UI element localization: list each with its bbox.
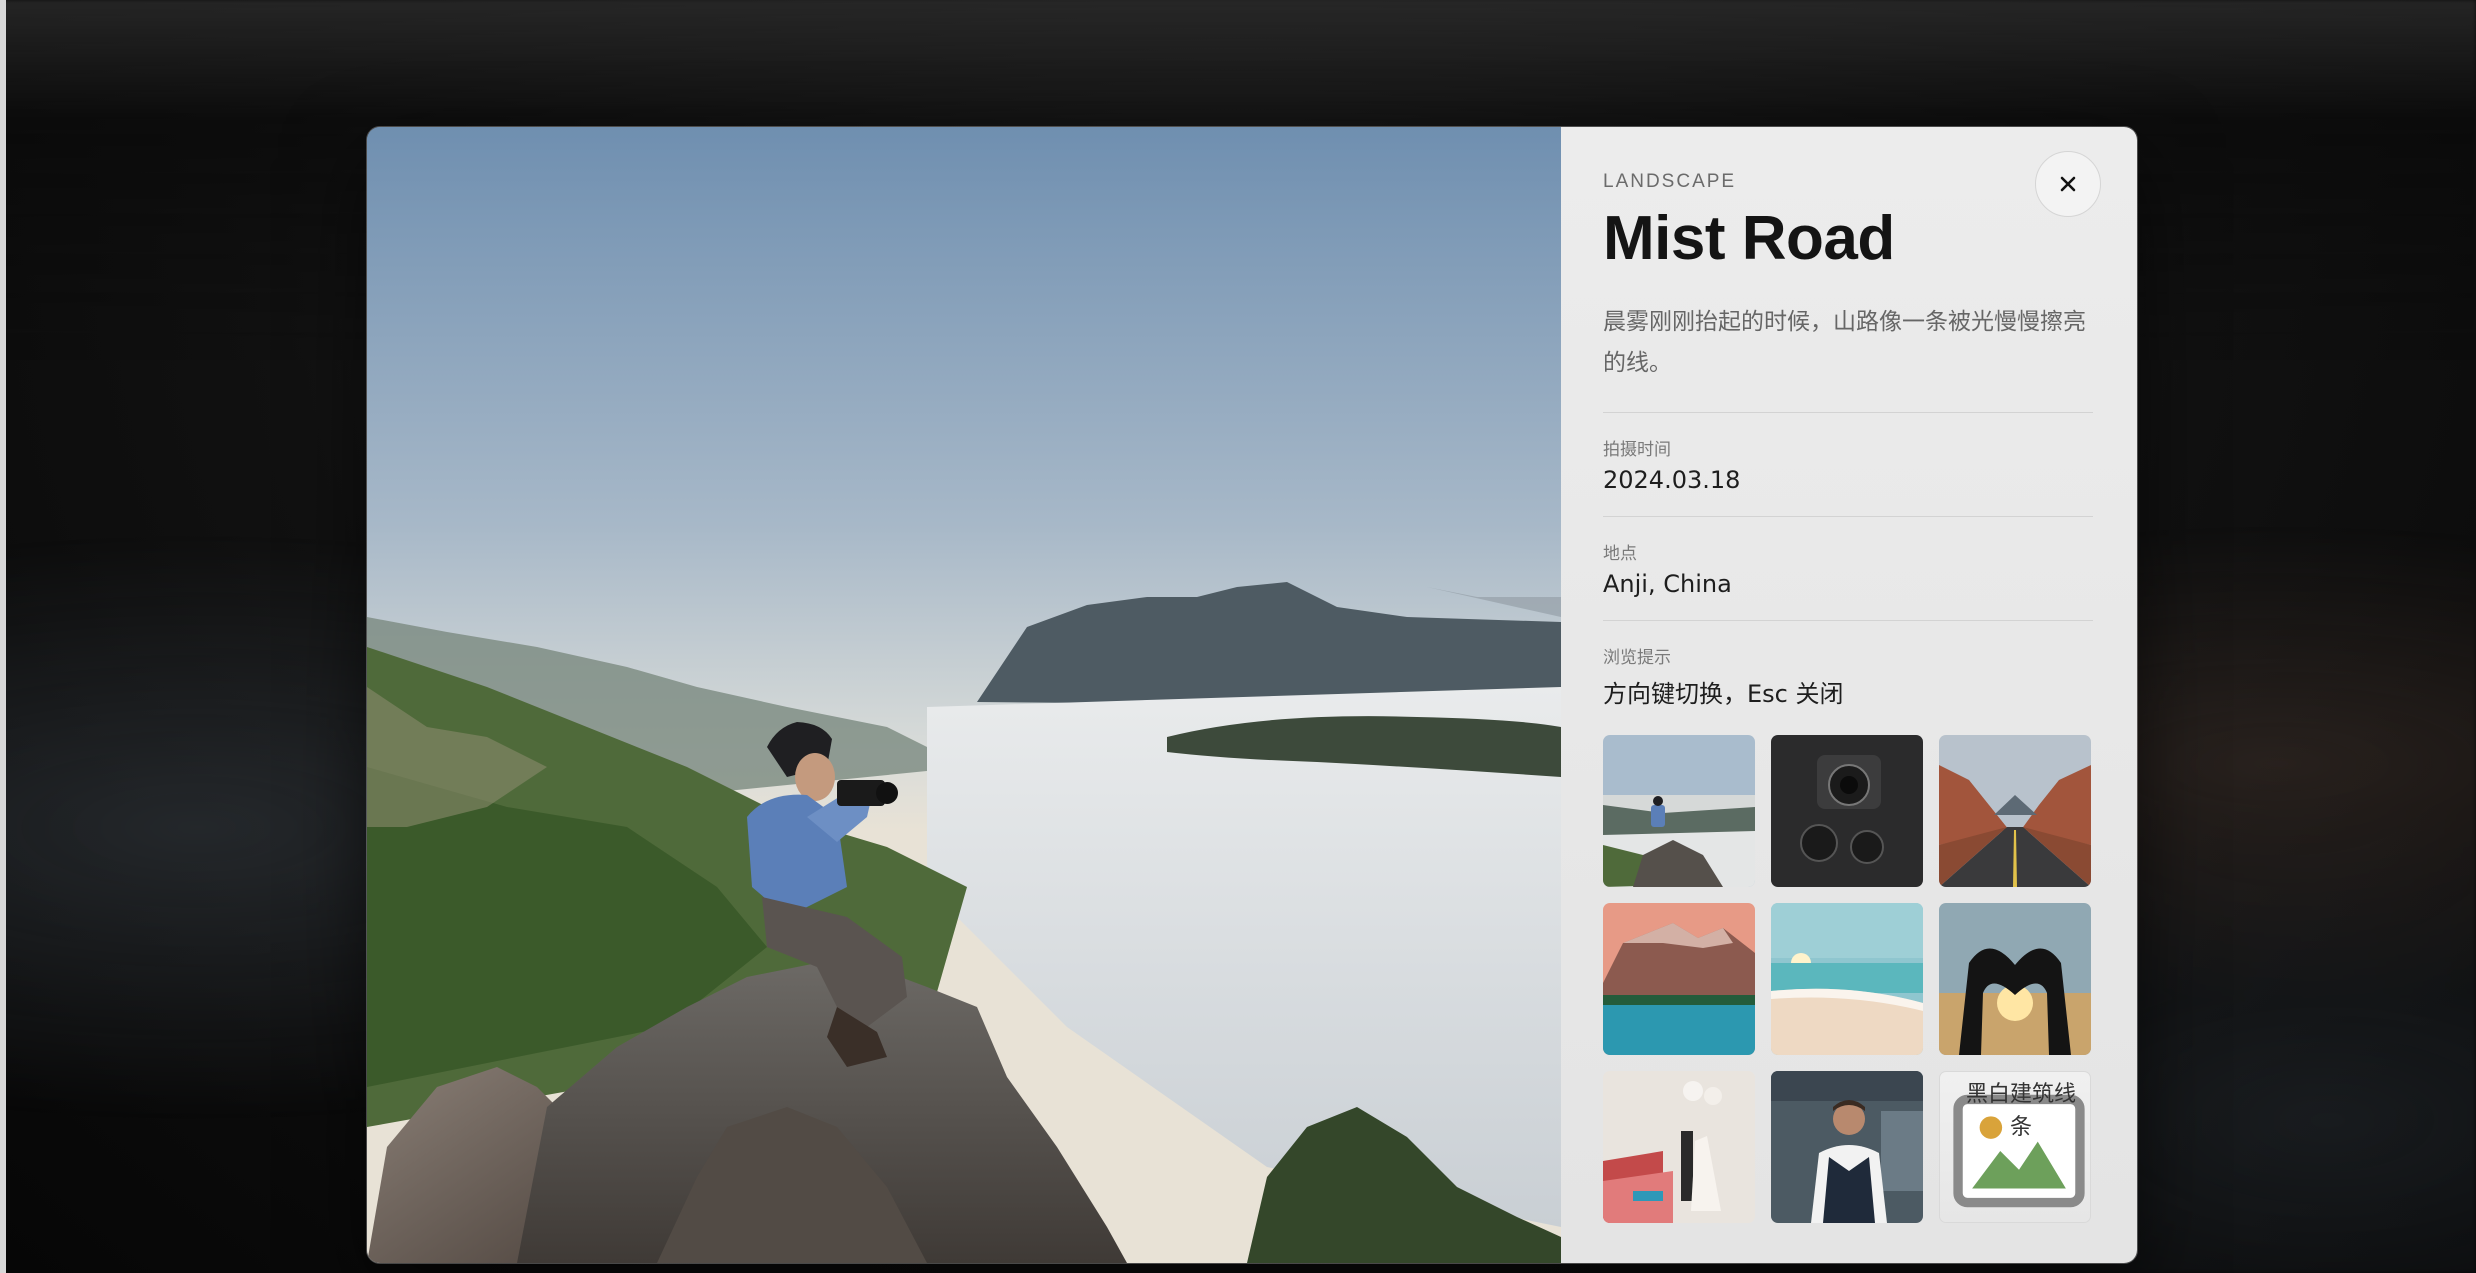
meta-value: Anji, China (1603, 570, 1732, 599)
thumbnail-beach-sunset[interactable] (1771, 903, 1923, 1056)
photo-category: LANDSCAPE (1603, 171, 1737, 192)
meta-shot-date: 拍摄时间 2024.03.18 (1603, 413, 2093, 494)
window-edge (0, 0, 6, 1273)
meta-value: 方向键切换，Esc 关闭 (1603, 680, 1844, 709)
thumbnail-mountain-lake[interactable] (1603, 903, 1755, 1056)
photo-description: 晨雾刚刚抬起的时候，山路像一条被光慢慢擦亮的线。 (1603, 309, 2086, 377)
meta-label: 拍摄时间 (1603, 440, 1671, 461)
thumbnail-photographer[interactable] (1603, 735, 1755, 888)
close-button[interactable] (2035, 151, 2101, 217)
broken-image-alt-text: 黑白建筑线条 (1965, 1082, 2076, 1141)
photo-title: Mist Road (1603, 204, 1895, 273)
main-photo (367, 127, 1561, 1263)
thumbnail-man-in-vest[interactable] (1771, 1071, 1923, 1224)
thumbnail-heart-hands[interactable] (1939, 903, 2091, 1056)
close-icon (2060, 176, 2076, 192)
meta-browse-hint: 浏览提示 方向键切换，Esc 关闭 (1603, 621, 2093, 709)
thumbnail-broken-image[interactable]: 黑白建筑线条 (1939, 1071, 2091, 1224)
meta-label: 地点 (1603, 544, 1637, 565)
lightbox-modal: LANDSCAPE Mist Road 晨雾刚刚抬起的时候，山路像一条被光慢慢擦… (366, 126, 2138, 1264)
thumbnail-desert-road[interactable] (1939, 735, 2091, 888)
thumbnail-camera[interactable] (1771, 735, 1923, 888)
info-panel: LANDSCAPE Mist Road 晨雾刚刚抬起的时候，山路像一条被光慢慢擦… (1561, 127, 2137, 1263)
meta-label: 浏览提示 (1603, 648, 1671, 669)
meta-value: 2024.03.18 (1603, 466, 1741, 495)
thumbnail-grid: 黑白建筑线条 (1603, 735, 2093, 1224)
meta-location: 地点 Anji, China (1603, 517, 2093, 598)
thumbnail-wedding[interactable] (1603, 1071, 1755, 1224)
